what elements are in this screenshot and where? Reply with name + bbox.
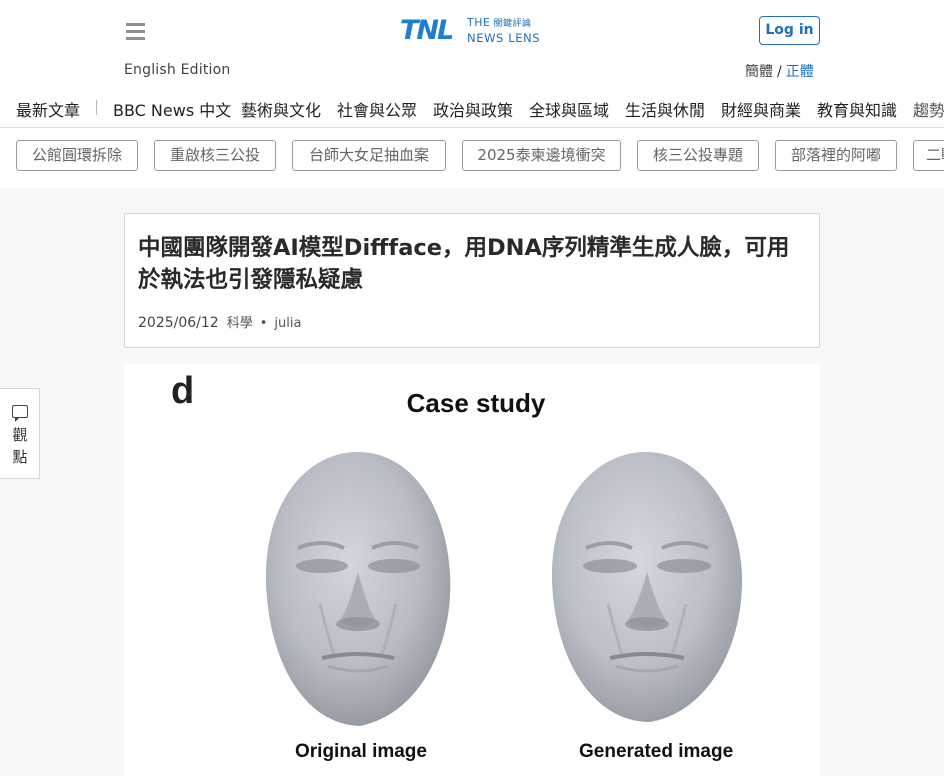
tag-button[interactable]: 公館圓環拆除 (16, 140, 138, 171)
language-switcher: 簡體 / 正體 (745, 61, 814, 81)
tag-button[interactable]: 部落裡的阿嘟 (775, 140, 897, 171)
original-face-image (265, 452, 451, 726)
article-figure: d Case study Original image Generated im… (124, 364, 820, 776)
hot-tags: 公館圓環拆除 重啟核三公投 台師大女足抽血案 2025泰柬邊境衝突 核三公投專題… (0, 140, 944, 172)
article-meta: 2025/06/12 科學 • julia (138, 312, 301, 331)
opinion-side-tab[interactable]: 觀 點 (0, 388, 40, 479)
tag-button[interactable]: 台師大女足抽血案 (292, 140, 446, 171)
tag-button[interactable]: 重啟核三公投 (154, 140, 276, 171)
article-title: 中國團隊開發AI模型Diffface，用DNA序列精準生成人臉，可用於執法也引發… (138, 235, 790, 293)
lang-separator: / (777, 64, 782, 80)
nav-divider-line (0, 127, 944, 128)
lang-traditional-link[interactable]: 正體 (786, 64, 814, 80)
tag-button[interactable]: 2025泰柬邊境衝突 (462, 140, 621, 171)
figure-caption-original: Original image (295, 741, 427, 762)
generated-face-image (551, 452, 743, 722)
tag-button[interactable]: 二戰 (913, 140, 944, 171)
nav-item-trends[interactable]: 趨勢 (913, 97, 944, 121)
logo-wordmark: THE 關鍵評論 NEWS LENS (467, 16, 541, 45)
lang-simplified-link[interactable]: 簡體 (745, 64, 773, 80)
tag-button[interactable]: 核三公投專題 (637, 140, 759, 171)
article-author-link[interactable]: julia (274, 316, 301, 331)
nav-item-global[interactable]: 全球與區域 (529, 97, 609, 121)
article-date: 2025/06/12 (138, 315, 219, 331)
nav-divider (96, 100, 97, 115)
nav-item-latest[interactable]: 最新文章 (16, 97, 80, 121)
opinion-label: 觀 點 (12, 426, 28, 466)
menu-icon[interactable] (126, 23, 145, 40)
nav-item-politics[interactable]: 政治與政策 (433, 97, 513, 121)
nav-item-education[interactable]: 教育與知識 (817, 97, 897, 121)
article-category-link[interactable]: 科學 (227, 316, 253, 331)
article-header-card: 中國團隊開發AI模型Diffface，用DNA序列精準生成人臉，可用於執法也引發… (124, 213, 820, 348)
english-edition-link[interactable]: English Edition (124, 62, 230, 78)
logo-mark: TNL (400, 15, 454, 46)
category-nav: 最新文章 BBC News 中文 藝術與文化 社會與公眾 政治與政策 全球與區域… (0, 95, 944, 123)
nav-item-society[interactable]: 社會與公眾 (337, 97, 417, 121)
login-button[interactable]: Log in (759, 16, 820, 45)
nav-item-finance[interactable]: 財經與商業 (721, 97, 801, 121)
nav-item-bbc[interactable]: BBC News 中文 (113, 97, 231, 121)
comment-icon (12, 405, 28, 422)
meta-separator: • (259, 316, 268, 331)
nav-item-arts[interactable]: 藝術與文化 (241, 97, 321, 121)
figure-title: Case study (406, 388, 546, 418)
figure-caption-generated: Generated image (579, 741, 734, 762)
nav-item-life[interactable]: 生活與休閒 (625, 97, 705, 121)
site-logo[interactable]: TNL THE 關鍵評論 NEWS LENS (400, 14, 550, 48)
